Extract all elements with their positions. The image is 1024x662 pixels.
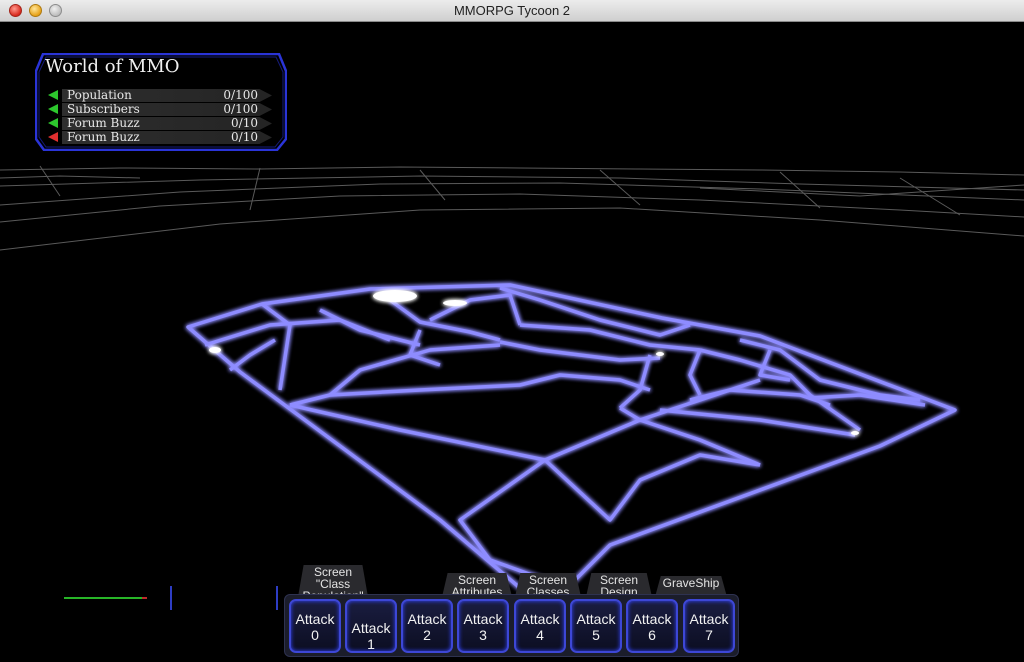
attack-4-button[interactable]: Attack 4 — [514, 599, 566, 653]
map-highlights — [209, 290, 859, 435]
stat-label: Subscribers — [67, 102, 140, 116]
attack-6-button[interactable]: Attack 6 — [626, 599, 678, 653]
stat-value: 0/10 — [231, 116, 258, 130]
stat-label: Forum Buzz — [67, 116, 140, 130]
stat-row-forum-buzz-2: Forum Buzz 0/10 — [48, 130, 276, 144]
attack-2-button[interactable]: Attack 2 — [401, 599, 453, 653]
window-titlebar: MMORPG Tycoon 2 — [0, 0, 1024, 22]
stat-label: Forum Buzz — [67, 130, 140, 144]
attack-5-button[interactable]: Attack 5 — [570, 599, 622, 653]
trend-up-icon — [48, 90, 58, 100]
attack-7-button[interactable]: Attack 7 — [683, 599, 735, 653]
world-map[interactable] — [186, 283, 957, 590]
tab-screen-class-population[interactable]: Screen "Class Population" — [298, 565, 368, 597]
ground-grid — [0, 165, 1024, 251]
stat-row-forum-buzz: Forum Buzz 0/10 — [48, 116, 276, 130]
health-bar-deficit — [142, 597, 147, 599]
health-bar — [64, 597, 142, 599]
trend-up-icon — [48, 104, 58, 114]
attack-1-button[interactable]: Attack 1 — [345, 599, 397, 653]
stat-value: 0/100 — [223, 88, 258, 102]
stat-value: 0/100 — [223, 102, 258, 116]
window-title: MMORPG Tycoon 2 — [453, 3, 571, 18]
stat-row-subscribers: Subscribers 0/100 — [48, 102, 276, 116]
world-stats-panel: World of MMO Population 0/100 Subscriber… — [35, 53, 287, 151]
marker-line — [276, 586, 278, 610]
stat-value: 0/10 — [231, 130, 258, 144]
marker-line — [170, 586, 172, 610]
trend-down-icon — [48, 132, 58, 142]
world-name: World of MMO — [45, 56, 180, 77]
stat-row-population: Population 0/100 — [48, 88, 276, 102]
trend-up-icon — [48, 118, 58, 128]
stat-label: Population — [67, 88, 132, 102]
attack-0-button[interactable]: Attack 0 — [289, 599, 341, 653]
attack-3-button[interactable]: Attack 3 — [457, 599, 509, 653]
